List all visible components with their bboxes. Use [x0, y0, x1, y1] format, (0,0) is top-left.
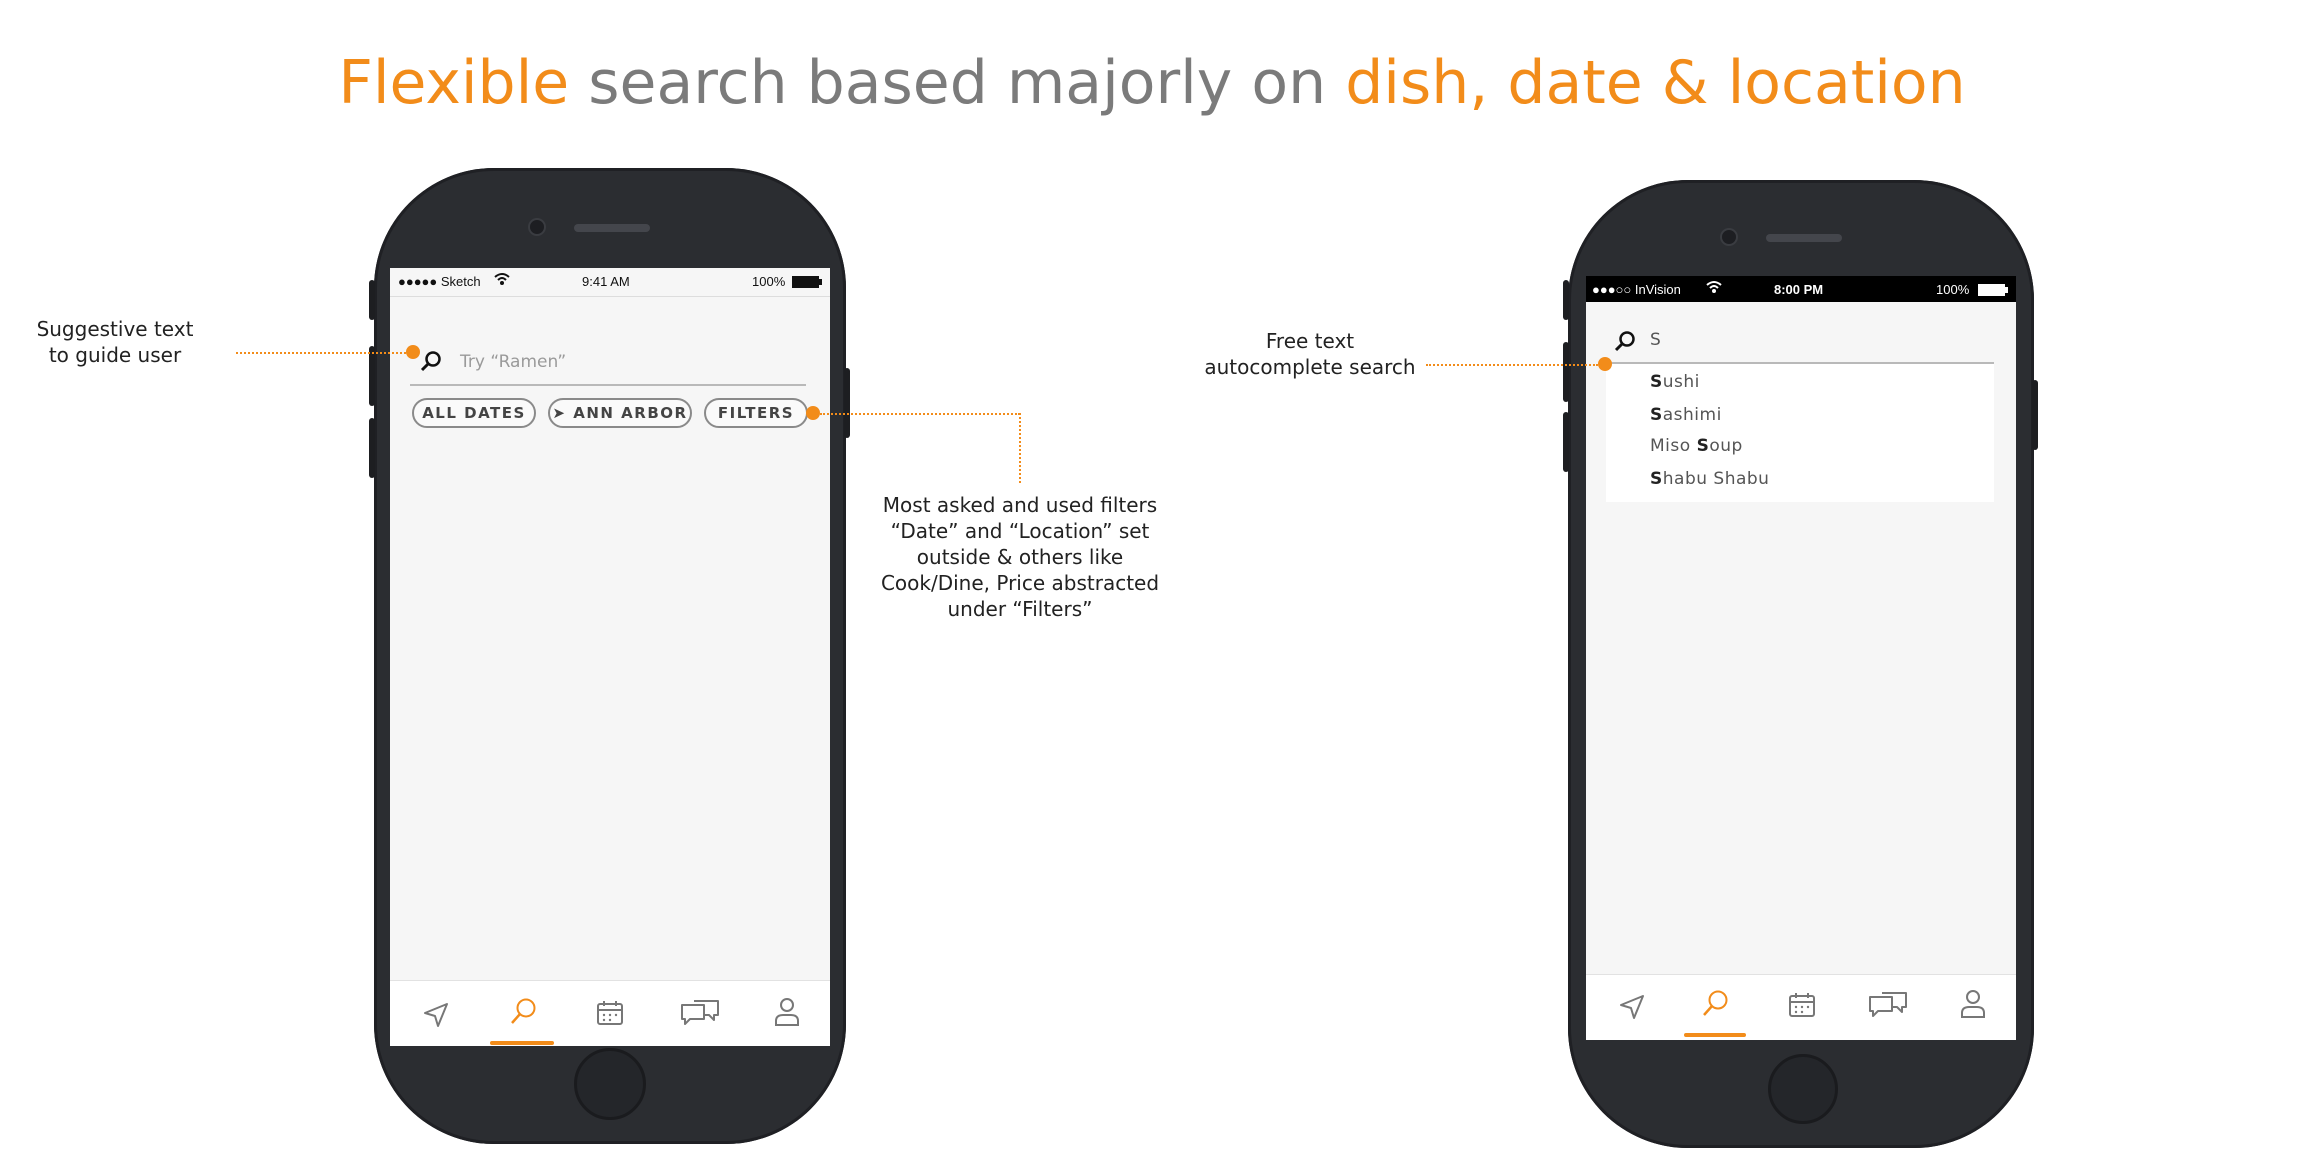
user-icon: [1961, 990, 1985, 1018]
title-highlight-2: dish, date & location: [1345, 48, 1966, 118]
connector-dot: [1598, 357, 1612, 371]
battery-icon: [792, 276, 822, 291]
search-icon: [1614, 330, 1636, 357]
connector-line: [236, 352, 406, 354]
power-button: [844, 368, 850, 438]
connector-dot: [806, 406, 820, 420]
tab-search[interactable]: [478, 981, 566, 1046]
search-icon: [420, 350, 442, 377]
tab-explore[interactable]: [1586, 975, 1672, 1040]
search-input[interactable]: S: [1650, 330, 1661, 350]
volume-up-button: [369, 346, 375, 406]
chip-filters[interactable]: FILTERS: [704, 398, 808, 428]
screen-right: ●●●○○ InVision 8:00 PM 100% S Sushi Sash…: [1586, 276, 2016, 1040]
user-icon: [775, 998, 799, 1026]
location-arrow-icon: ➤: [552, 404, 567, 422]
clock: 9:41 AM: [582, 274, 630, 289]
suggestion-sashimi[interactable]: Sashimi: [1650, 405, 1722, 425]
tab-bar: [390, 980, 830, 1046]
search-bar[interactable]: Try “Ramen”: [410, 340, 806, 386]
tab-profile[interactable]: [742, 981, 830, 1046]
calendar-icon: [1789, 993, 1815, 1017]
carrier-label: ●●●●● Sketch: [398, 274, 481, 289]
autocomplete-list: Sushi Sashimi Miso Soup Shabu Shabu: [1606, 364, 1994, 502]
phone-right: ●●●○○ InVision 8:00 PM 100% S Sushi Sash…: [1563, 180, 2038, 1148]
navigate-icon: [424, 1003, 448, 1027]
suggestion-sushi[interactable]: Sushi: [1650, 372, 1700, 392]
battery-label: 100%: [752, 274, 786, 289]
active-tab-indicator: [490, 1041, 554, 1045]
active-tab-indicator: [1684, 1033, 1746, 1037]
search-icon: [511, 998, 536, 1024]
screen-left: ●●●●● Sketch 9:41 AM 100% Try “Ramen” AL…: [390, 268, 830, 1046]
chat-icon: [1869, 992, 1907, 1017]
connector-line: [820, 413, 1020, 415]
battery-icon: [1978, 284, 2008, 299]
chip-location-label: ANN ARBOR: [573, 404, 688, 422]
chip-all-dates[interactable]: ALL DATES: [412, 398, 536, 428]
mute-switch: [1563, 280, 1569, 320]
home-button[interactable]: [574, 1048, 646, 1120]
tab-calendar[interactable]: [566, 981, 654, 1046]
title-middle: search based majorly on: [569, 48, 1346, 118]
connector-line: [1426, 364, 1598, 366]
status-bar: ●●●●● Sketch 9:41 AM 100%: [390, 268, 830, 297]
calendar-icon: [597, 1001, 623, 1025]
annotation-free-text: Free text autocomplete search: [1204, 329, 1416, 379]
search-input[interactable]: Try “Ramen”: [460, 352, 566, 372]
phone-left: ●●●●● Sketch 9:41 AM 100% Try “Ramen” AL…: [369, 168, 850, 1144]
earpiece-speaker: [1766, 234, 1842, 242]
chat-icon: [681, 1000, 719, 1025]
page-title: Flexible search based majorly on dish, d…: [0, 48, 2304, 118]
front-camera: [1720, 228, 1738, 246]
suggestion-miso-soup[interactable]: Miso Soup: [1650, 436, 1743, 456]
mute-switch: [369, 280, 375, 320]
tab-explore[interactable]: [390, 981, 478, 1046]
annotation-filters: Most asked and used filters “Date” and “…: [880, 493, 1160, 621]
annotation-suggestive-text: Suggestive text to guide user: [36, 317, 194, 367]
volume-up-button: [1563, 342, 1569, 402]
tab-bar: [1586, 974, 2016, 1040]
clock: 8:00 PM: [1774, 282, 1824, 297]
home-button[interactable]: [1768, 1054, 1838, 1124]
tab-search[interactable]: [1672, 975, 1758, 1040]
earpiece-speaker: [574, 224, 650, 232]
chip-location[interactable]: ➤ ANN ARBOR: [548, 398, 692, 428]
search-icon: [1703, 990, 1728, 1016]
title-highlight-1: Flexible: [338, 48, 570, 118]
search-bar[interactable]: S: [1606, 320, 1994, 364]
battery-label: 100%: [1936, 282, 1970, 297]
wifi-icon: [494, 272, 510, 289]
volume-down-button: [1563, 412, 1569, 472]
power-button: [2032, 380, 2038, 450]
tab-calendar[interactable]: [1758, 975, 1844, 1040]
front-camera: [528, 218, 546, 236]
connector-line: [1019, 413, 1021, 483]
connector-dot: [406, 345, 420, 359]
status-bar: ●●●○○ InVision 8:00 PM 100%: [1586, 276, 2016, 302]
volume-down-button: [369, 418, 375, 478]
tab-profile[interactable]: [1930, 975, 2016, 1040]
suggestion-shabu-shabu[interactable]: Shabu Shabu: [1650, 469, 1769, 489]
carrier-label: ●●●○○ InVision: [1592, 282, 1681, 297]
wifi-icon: [1706, 280, 1722, 297]
navigate-icon: [1620, 995, 1644, 1019]
tab-messages[interactable]: [1844, 975, 1930, 1040]
tab-messages[interactable]: [654, 981, 742, 1046]
